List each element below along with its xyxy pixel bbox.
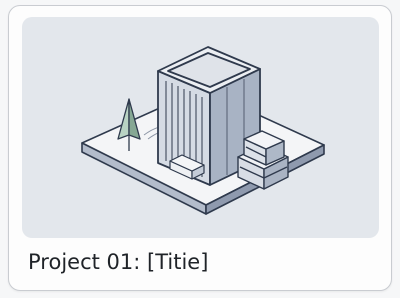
isometric-building-illustration xyxy=(81,46,325,215)
project-title: Project 01: [Titie] xyxy=(28,250,209,274)
annex-building xyxy=(237,130,289,190)
project-thumbnail xyxy=(22,17,379,238)
project-card[interactable]: Project 01: [Titie] xyxy=(8,5,392,291)
